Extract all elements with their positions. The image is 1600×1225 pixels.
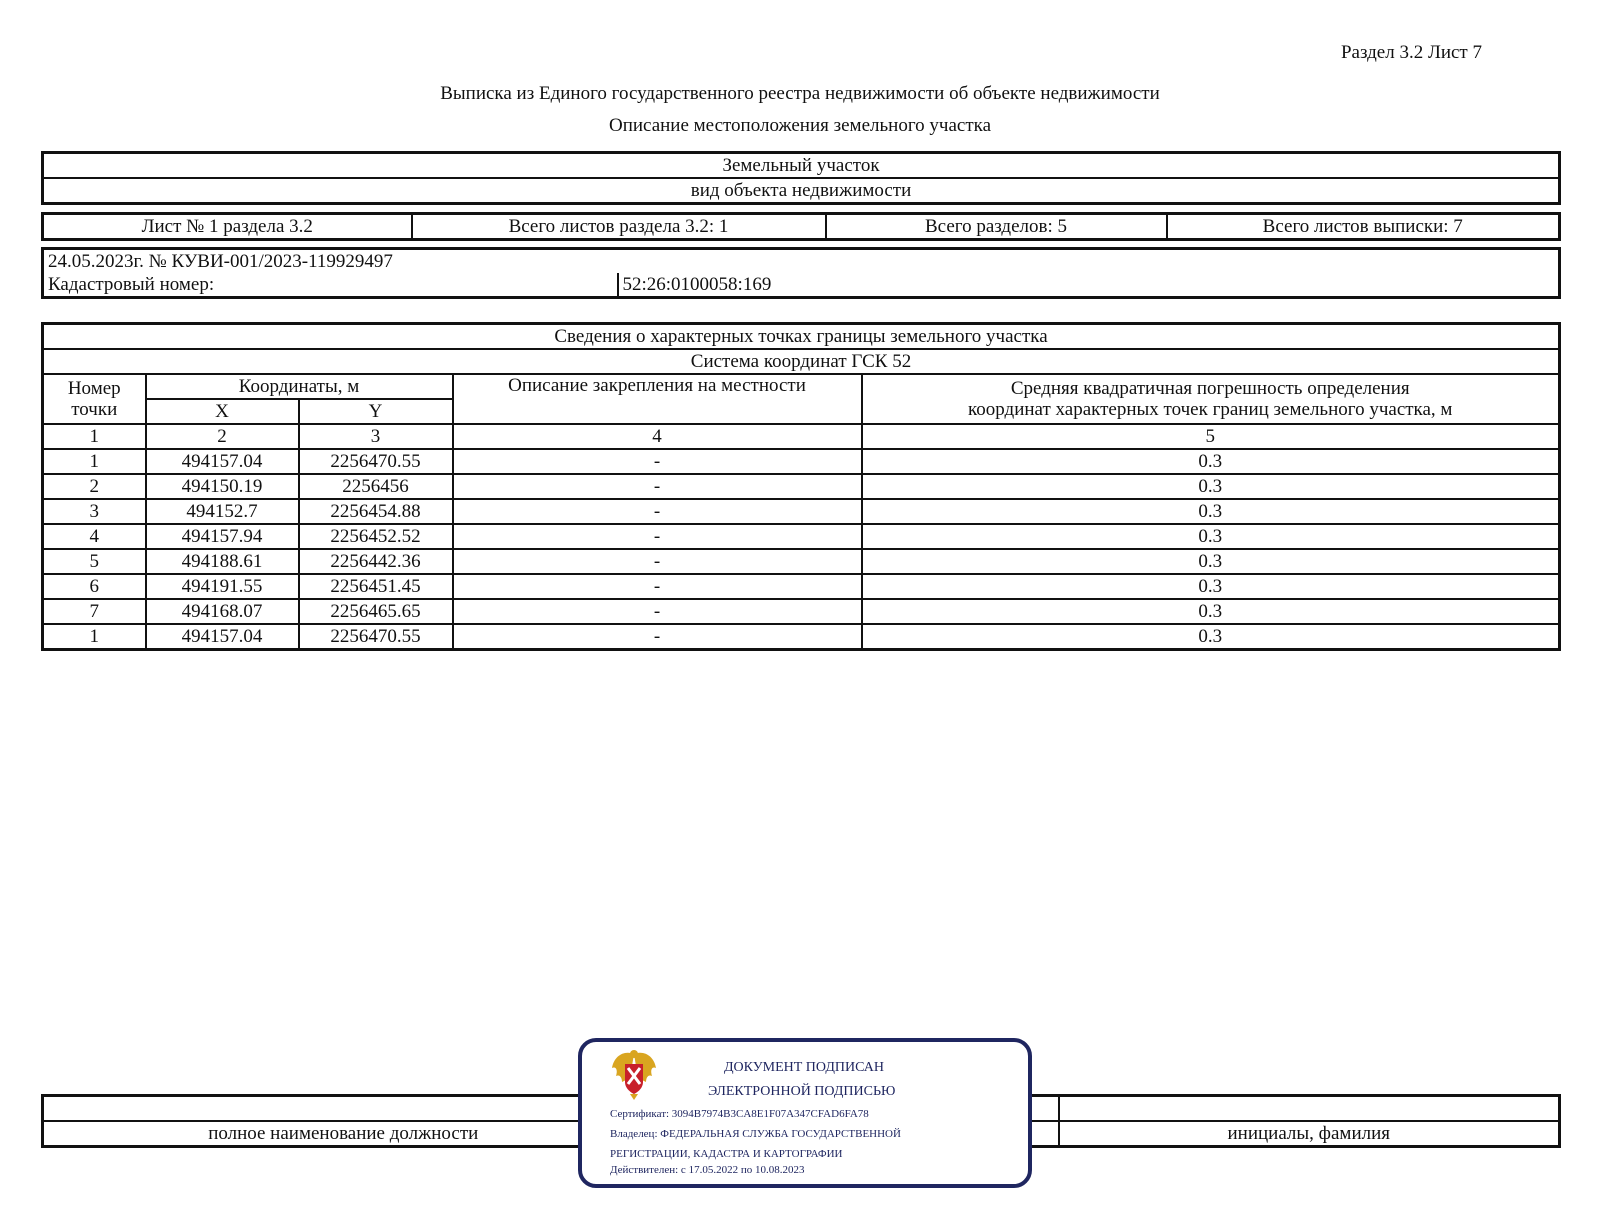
object-type-caption: вид объекта недвижимости: [41, 177, 1561, 205]
header-error-line1: Средняя квадратичная погрешность определ…: [1010, 378, 1410, 399]
header-error: Средняя квадратичная погрешность определ…: [860, 373, 1561, 425]
point-number: 7: [41, 598, 147, 625]
table-row: 1 494157.04 2256470.55-0.3: [41, 448, 1561, 475]
marking-description: -: [451, 548, 863, 575]
mean-square-error: 0.3: [860, 623, 1561, 651]
points-table-title: Сведения о характерных точках границы зе…: [41, 322, 1561, 350]
point-number: 1: [41, 448, 147, 475]
mean-square-error: 0.3: [860, 448, 1561, 475]
document-info-table: 24.05.2023г. № КУВИ-001/2023-119929497 К…: [41, 247, 1561, 299]
stamp-line2: ЭЛЕКТРОННОЙ ПОДПИСЬЮ: [708, 1084, 896, 1099]
boundary-points-table: Сведения о характерных точках границы зе…: [41, 322, 1561, 651]
table-row: 3 494152.7 2256454.88-0.3: [41, 498, 1561, 525]
stamp-owner-line2: РЕГИСТРАЦИИ, КАДАСТРА И КАРТОГРАФИИ: [610, 1148, 843, 1160]
mean-square-error: 0.3: [860, 473, 1561, 500]
mean-square-error: 0.3: [860, 548, 1561, 575]
document-subtitle: Описание местоположения земельного участ…: [608, 115, 992, 136]
table-row: 5 494188.61 2256442.36-0.3: [41, 548, 1561, 575]
section-sheet-label: Раздел 3.2 Лист 7: [1340, 42, 1482, 63]
header-point-number: Номер точки: [41, 373, 147, 425]
marking-description: -: [451, 623, 863, 651]
cadastral-value: 52:26:0100058:169: [616, 273, 1561, 299]
sheets-table: Лист № 1 раздела 3.2 Всего листов раздел…: [41, 212, 1561, 241]
electronic-signature-stamp: ДОКУМЕНТ ПОДПИСАН ЭЛЕКТРОННОЙ ПОДПИСЬЮ С…: [578, 1038, 1032, 1188]
column-number: 2: [144, 423, 300, 450]
name-caption: инициалы, фамилия: [1057, 1120, 1561, 1148]
section-sheets-count: Всего листов раздела 3.2: 1: [410, 212, 827, 241]
object-type: Земельный участок: [41, 151, 1561, 179]
mean-square-error: 0.3: [860, 498, 1561, 525]
point-number: 4: [41, 523, 147, 550]
total-sheets-count: Всего листов выписки: 7: [1165, 212, 1561, 241]
column-number: 5: [860, 423, 1561, 450]
point-number: 2: [41, 473, 147, 500]
coord-y: 2256456: [297, 473, 454, 500]
coord-y: 2256452.52: [297, 523, 454, 550]
coord-y: 2256454.88: [297, 498, 454, 525]
header-error-line2: координат характерных точек границ земел…: [968, 399, 1453, 420]
sections-count: Всего разделов: 5: [824, 212, 1168, 241]
column-number: 1: [41, 423, 147, 450]
point-number: 5: [41, 548, 147, 575]
column-number: 3: [297, 423, 454, 450]
coord-x: 494157.04: [144, 448, 300, 475]
marking-description: -: [451, 523, 863, 550]
header-description: Описание закрепления на местности: [451, 373, 863, 425]
coord-x: 494191.55: [144, 573, 300, 600]
object-type-table: Земельный участок вид объекта недвижимос…: [41, 151, 1561, 205]
table-row: 4 494157.94 2256452.52-0.3: [41, 523, 1561, 550]
marking-description: -: [451, 473, 863, 500]
coord-x: 494157.94: [144, 523, 300, 550]
stamp-validity: Действителен: с 17.05.2022 по 10.08.2023: [610, 1164, 805, 1176]
header-y: Y: [297, 398, 454, 425]
mean-square-error: 0.3: [860, 598, 1561, 625]
coord-x: 494150.19: [144, 473, 300, 500]
point-number: 6: [41, 573, 147, 600]
coord-x: 494157.04: [144, 623, 300, 651]
coord-y: 2256442.36: [297, 548, 454, 575]
stamp-line1: ДОКУМЕНТ ПОДПИСАН: [724, 1060, 884, 1075]
table-row: 7 494168.07 2256465.65-0.3: [41, 598, 1561, 625]
mean-square-error: 0.3: [860, 523, 1561, 550]
table-row: 2 494150.19 2256456-0.3: [41, 473, 1561, 500]
coord-x: 494152.7: [144, 498, 300, 525]
coord-y: 2256451.45: [297, 573, 454, 600]
column-numbers-row: 1 2 3 4 5: [41, 423, 1561, 450]
coord-y: 2256465.65: [297, 598, 454, 625]
document-title: Выписка из Единого государственного реес…: [440, 83, 1160, 104]
cadastral-label: Кадастровый номер:: [41, 273, 619, 299]
coord-y: 2256470.55: [297, 448, 454, 475]
document-number: 24.05.2023г. № КУВИ-001/2023-119929497: [41, 247, 1561, 273]
table-row: 6 494191.55 2256451.45-0.3: [41, 573, 1561, 600]
coord-x: 494188.61: [144, 548, 300, 575]
column-number: 4: [451, 423, 863, 450]
position-caption: полное наименование должности: [41, 1120, 643, 1148]
marking-description: -: [451, 498, 863, 525]
stamp-owner-line1: Владелец: ФЕДЕРАЛЬНАЯ СЛУЖБА ГОСУДАРСТВЕ…: [610, 1128, 901, 1140]
coord-y: 2256470.55: [297, 623, 454, 651]
marking-description: -: [451, 448, 863, 475]
coordinate-system: Система координат ГСК 52: [41, 348, 1561, 375]
marking-description: -: [451, 573, 863, 600]
point-number: 1: [41, 623, 147, 651]
russian-coat-of-arms-icon: [612, 1050, 656, 1100]
header-coordinates: Координаты, м: [144, 373, 454, 400]
point-number: 3: [41, 498, 147, 525]
coord-x: 494168.07: [144, 598, 300, 625]
stamp-certificate: Сертификат: 3094B7974B3CA8E1F07A347CFAD6…: [610, 1108, 869, 1120]
header-x: X: [144, 398, 300, 425]
mean-square-error: 0.3: [860, 573, 1561, 600]
sheet-number: Лист № 1 раздела 3.2: [41, 212, 413, 241]
marking-description: -: [451, 598, 863, 625]
table-row: 1 494157.04 2256470.55-0.3: [41, 623, 1561, 651]
